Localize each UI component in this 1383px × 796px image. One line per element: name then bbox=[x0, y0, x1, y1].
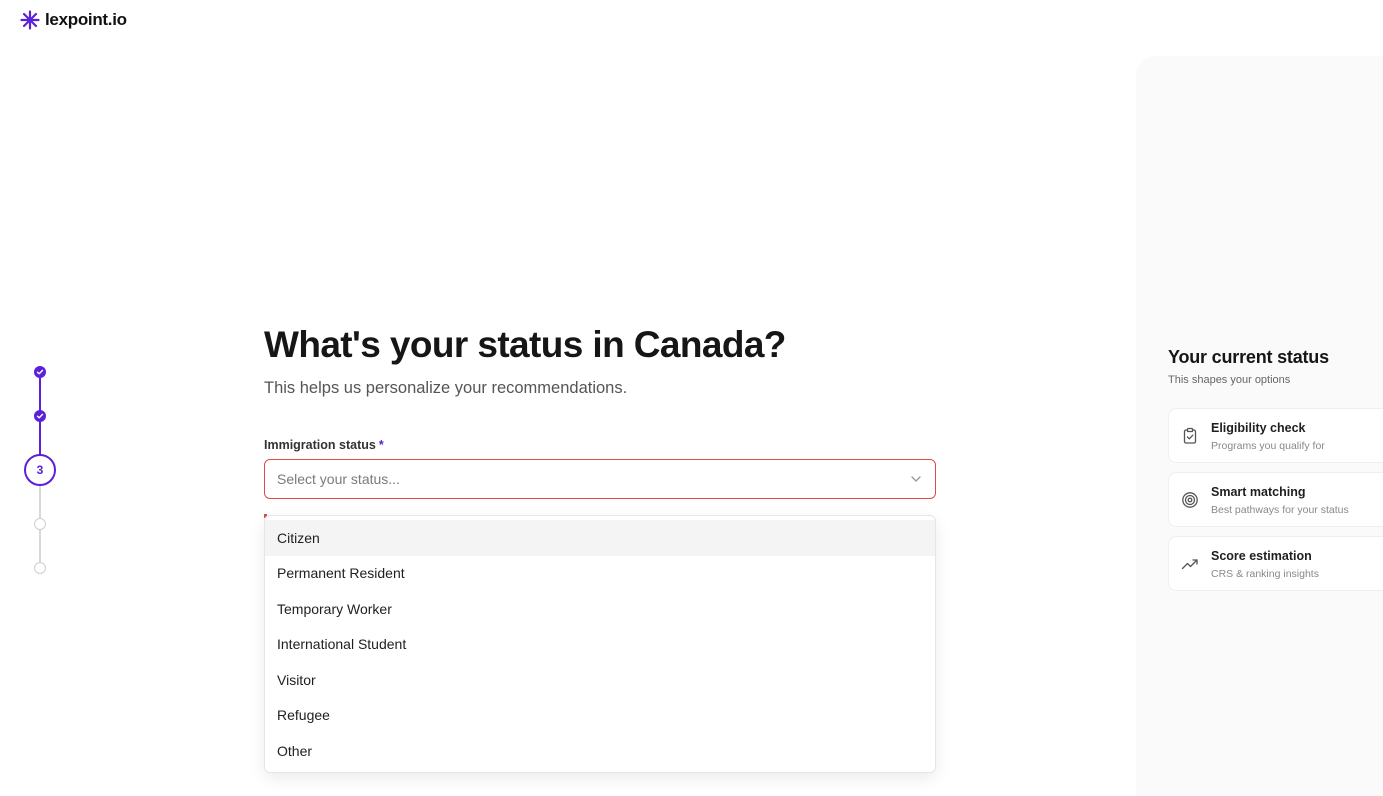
step-3-current: 3 bbox=[24, 454, 56, 486]
trending-up-icon bbox=[1181, 559, 1198, 570]
asterisk-logo-icon bbox=[20, 10, 40, 30]
step-4-pending bbox=[34, 518, 46, 530]
step-5-pending bbox=[34, 562, 46, 574]
card-description: Best pathways for your status bbox=[1211, 504, 1349, 516]
card-title: Smart matching bbox=[1211, 485, 1306, 499]
eligibility-card: Eligibility check Programs you qualify f… bbox=[1168, 408, 1383, 463]
select-placeholder: Select your status... bbox=[277, 471, 400, 487]
clipboard-check-icon bbox=[1183, 427, 1197, 444]
status-dropdown-menu: Citizen Permanent Resident Temporary Wor… bbox=[264, 515, 936, 773]
score-estimation-card: Score estimation CRS & ranking insights bbox=[1168, 536, 1383, 591]
card-description: Programs you qualify for bbox=[1211, 440, 1325, 452]
panel-subtitle: This shapes your options bbox=[1168, 374, 1291, 386]
option-refugee[interactable]: Refugee bbox=[265, 698, 935, 734]
chevron-down-icon bbox=[911, 476, 921, 482]
card-title: Score estimation bbox=[1211, 549, 1312, 563]
check-icon bbox=[36, 413, 44, 419]
option-temporary-worker[interactable]: Temporary Worker bbox=[265, 591, 935, 627]
option-other[interactable]: Other bbox=[265, 733, 935, 769]
option-citizen[interactable]: Citizen bbox=[265, 520, 935, 556]
target-icon bbox=[1182, 492, 1198, 508]
option-permanent-resident[interactable]: Permanent Resident bbox=[265, 556, 935, 592]
smart-matching-card: Smart matching Best pathways for your st… bbox=[1168, 472, 1383, 527]
field-label: Immigration status * bbox=[264, 438, 936, 452]
required-mark: * bbox=[378, 438, 384, 452]
step-2-complete[interactable] bbox=[34, 410, 46, 422]
field-label-text: Immigration status bbox=[264, 438, 376, 452]
step-1-complete[interactable] bbox=[34, 366, 46, 378]
card-title: Eligibility check bbox=[1211, 421, 1306, 435]
page-title: What's your status in Canada? bbox=[264, 324, 786, 365]
immigration-status-select[interactable]: Select your status... bbox=[264, 459, 936, 499]
check-icon bbox=[36, 369, 44, 375]
card-description: CRS & ranking insights bbox=[1211, 568, 1319, 580]
page-subtitle: This helps us personalize your recommend… bbox=[264, 379, 628, 397]
progress-stepper: 3 bbox=[24, 364, 56, 576]
logo[interactable]: lexpoint.io bbox=[20, 10, 127, 30]
brand-name: lexpoint.io bbox=[45, 10, 127, 29]
option-visitor[interactable]: Visitor bbox=[265, 662, 935, 698]
option-international-student[interactable]: International Student bbox=[265, 627, 935, 663]
status-info-panel: Your current status This shapes your opt… bbox=[1136, 56, 1383, 796]
panel-title: Your current status bbox=[1168, 347, 1329, 367]
status-form: What's your status in Canada? This helps… bbox=[264, 322, 936, 773]
